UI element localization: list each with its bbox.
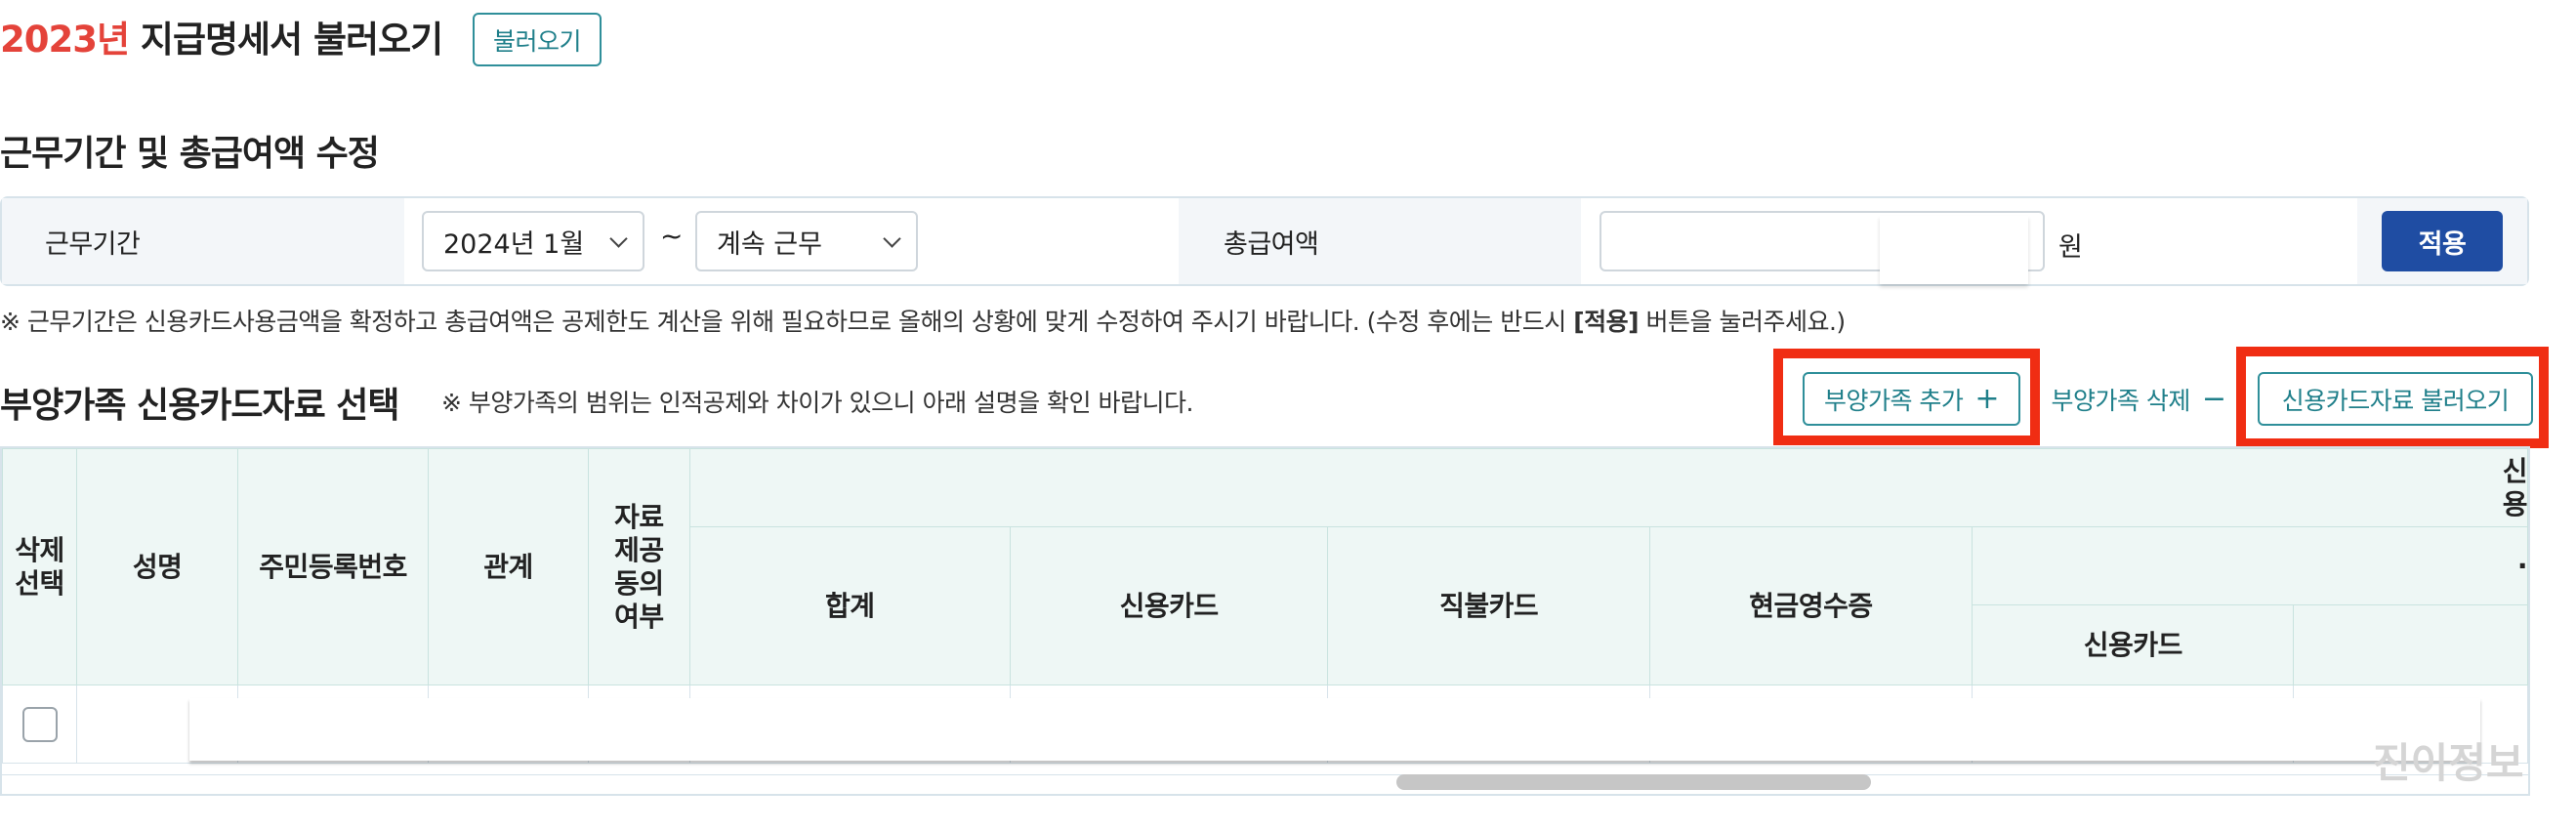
- dependent-note: ※ 부양가족의 범위는 인적공제와 차이가 있으니 아래 설명을 확인 바랍니다…: [441, 389, 1193, 417]
- col-subgroup: ·: [1972, 526, 2528, 605]
- apply-cell: 적용: [2357, 198, 2527, 284]
- dependent-section-title: 부양가족 신용카드자료 선택: [0, 386, 400, 426]
- period-note-suffix: 버튼을 눌러주세요.): [1639, 308, 1847, 336]
- col-credit-card: 신용카드: [1009, 526, 1329, 685]
- period-section-title: 근무기간 및 총급여액 수정: [0, 134, 380, 174]
- period-start-select[interactable]: 2024년 1월: [422, 211, 644, 271]
- page-title: 2023년 지급명세서 불러오기: [0, 10, 443, 62]
- apply-button[interactable]: 적용: [2382, 211, 2503, 271]
- delete-dependent-label: 부양가족 삭제: [2051, 386, 2190, 415]
- period-label: 근무기간: [2, 198, 404, 284]
- period-note-bold: [적용]: [1573, 308, 1640, 336]
- salary-unit: 원: [2058, 232, 2083, 263]
- title-year: 2023년: [0, 19, 130, 61]
- chevron-down-icon: [883, 228, 901, 248]
- salary-label: 총급여액: [1179, 198, 1581, 284]
- dependent-table-container: 삭제 선택 성명 주민등록번호 관계 자료 제공 동의 여부 신용 합계 신용카…: [0, 446, 2530, 796]
- chevron-down-icon: [609, 228, 628, 248]
- col-sub-extra: [2293, 604, 2528, 685]
- add-dependent-label: 부양가족 추가: [1823, 386, 1964, 415]
- col-name: 성명: [76, 448, 239, 685]
- col-debit-card: 직불카드: [1327, 526, 1650, 685]
- col-group-credit: 신용: [688, 448, 2528, 527]
- title-text: 지급명세서 불러오기: [140, 19, 443, 61]
- col-delete-select: 삭제 선택: [2, 448, 78, 685]
- row-input-overlay: [189, 698, 2480, 761]
- period-end-select[interactable]: 계속 근무: [695, 211, 918, 271]
- plus-icon: +: [1974, 382, 2000, 416]
- delete-dependent-button[interactable]: 부양가족 삭제 −: [2041, 372, 2236, 426]
- input-dropdown-overlay: [1880, 216, 2028, 284]
- period-tilde: ~: [660, 220, 684, 252]
- col-cash-receipt: 현금영수증: [1648, 526, 1974, 685]
- col-rrn: 주민등록번호: [237, 448, 429, 685]
- period-start-value: 2024년 1월: [443, 228, 585, 260]
- load-statement-button[interactable]: 불러오기: [473, 13, 602, 66]
- horizontal-scrollbar[interactable]: [1396, 774, 1871, 790]
- load-card-data-button[interactable]: 신용카드자료 불러오기: [2258, 372, 2533, 426]
- period-end-value: 계속 근무: [717, 228, 822, 260]
- scroll-track-line: [2, 774, 2528, 775]
- col-sub-credit-card: 신용카드: [1972, 604, 2295, 685]
- col-relation: 관계: [427, 448, 589, 685]
- period-salary-form: 근무기간 2024년 1월 ~ 계속 근무 총급여액 원 적용: [0, 196, 2529, 286]
- add-dependent-button[interactable]: 부양가족 추가 +: [1803, 372, 2020, 426]
- watermark: 진이정보: [2373, 739, 2524, 787]
- col-consent: 자료 제공 동의 여부: [587, 448, 690, 685]
- period-note: ※ 근무기간은 신용카드사용금액을 확정하고 총급여액은 공제한도 계산을 위해…: [0, 303, 1846, 338]
- period-note-prefix: ※ 근무기간은 신용카드사용금액을 확정하고 총급여액은 공제한도 계산을 위해…: [0, 308, 1574, 336]
- row-delete-checkbox[interactable]: [21, 706, 58, 742]
- minus-icon: −: [2201, 382, 2226, 416]
- col-total: 합계: [688, 526, 1011, 685]
